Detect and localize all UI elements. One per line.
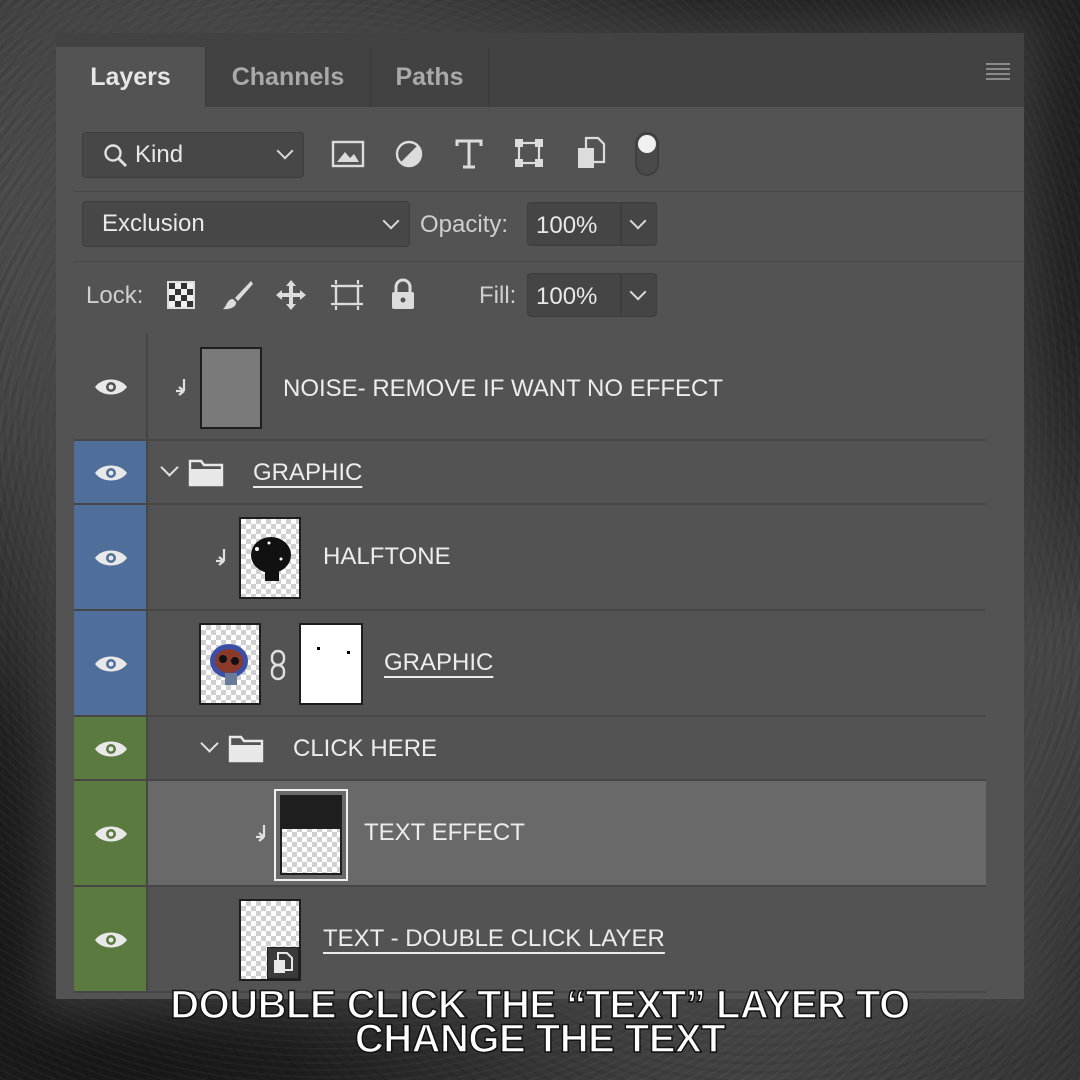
visibility-column: [74, 781, 148, 885]
folder-icon: [228, 735, 264, 763]
skull-graphic: [210, 644, 248, 685]
lock-label: Lock:: [86, 282, 144, 309]
lock-transparent-pixels-icon[interactable]: [167, 281, 195, 309]
visibility-column: [74, 505, 148, 609]
eye-visibility-icon[interactable]: [94, 377, 128, 397]
visibility-column: [74, 887, 148, 991]
layer-row-text-effect[interactable]: TEXT EFFECT: [74, 781, 986, 887]
panel-menu-icon[interactable]: [986, 63, 1010, 83]
filter-toggle[interactable]: [635, 132, 659, 176]
layer-name: GRAPHIC: [253, 459, 363, 486]
shape-filter-icon[interactable]: [513, 137, 545, 169]
layers-panel: Layers Channels Paths Kind Exclusion Opa…: [56, 33, 1024, 999]
filter-kind-select[interactable]: Kind: [82, 132, 304, 178]
eye-visibility-icon[interactable]: [94, 548, 128, 568]
opacity-value: 100%: [536, 212, 598, 239]
chevron-down-icon[interactable]: [629, 283, 647, 301]
skull-halftone-graphic: [251, 537, 291, 581]
image-filter-icon[interactable]: [331, 139, 365, 169]
visibility-column: [74, 611, 148, 715]
fill-label: Fill:: [479, 282, 517, 309]
instruction-caption-line-2: CHANGE THE TEXT: [354, 1017, 726, 1061]
opacity-field[interactable]: 100%: [527, 202, 657, 246]
clipping-arrow-icon: [216, 549, 226, 566]
panel-tab-bar: Layers Channels Paths: [56, 33, 1024, 107]
layer-thumbnail: [239, 899, 301, 981]
eye-visibility-icon[interactable]: [94, 739, 128, 759]
layer-row-text[interactable]: TEXT - DOUBLE CLICK LAYER: [74, 887, 986, 993]
fill-value: 100%: [536, 283, 598, 310]
chevron-down-icon: [382, 212, 400, 230]
folder-icon: [188, 459, 224, 487]
eye-visibility-icon[interactable]: [94, 463, 128, 483]
layer-thumbnail: [200, 347, 262, 429]
visibility-column: [74, 333, 148, 439]
opacity-label: Opacity:: [420, 211, 509, 238]
visibility-column: [74, 717, 148, 779]
layer-name: NOISE- REMOVE IF WANT NO EFFECT: [283, 375, 724, 402]
link-chain-icon[interactable]: [270, 649, 286, 681]
layer-thumbnail: [239, 517, 301, 599]
lock-artboard-icon[interactable]: [329, 278, 365, 312]
clipping-arrow-icon: [176, 379, 186, 396]
layer-mask-thumbnail[interactable]: [299, 623, 363, 705]
visibility-column: [74, 441, 148, 503]
type-filter-icon[interactable]: [454, 138, 484, 170]
layer-row-graphic[interactable]: GRAPHIC: [74, 611, 986, 717]
chevron-down-icon[interactable]: [200, 734, 219, 753]
layer-name: TEXT - DOUBLE CLICK LAYER: [323, 925, 665, 952]
lock-image-pixels-icon[interactable]: [221, 278, 255, 312]
tab-layers[interactable]: Layers: [56, 47, 206, 107]
layer-thumbnail: [280, 795, 342, 875]
chevron-down-icon: [276, 142, 294, 160]
eye-visibility-icon[interactable]: [94, 654, 128, 674]
eye-visibility-icon[interactable]: [94, 824, 128, 844]
search-icon: [104, 144, 127, 167]
lock-position-icon[interactable]: [274, 278, 308, 312]
layer-row-graphic-group[interactable]: GRAPHIC: [74, 441, 986, 505]
chevron-down-icon[interactable]: [160, 458, 179, 477]
blend-mode-value: Exclusion: [102, 210, 205, 237]
smart-object-badge-icon: [274, 952, 293, 973]
fill-field[interactable]: 100%: [527, 273, 657, 317]
layer-row-halftone[interactable]: HALFTONE: [74, 505, 986, 611]
clipping-arrow-icon: [256, 825, 266, 842]
adjustment-filter-icon[interactable]: [394, 139, 424, 169]
layer-name: GRAPHIC: [384, 649, 494, 676]
layer-row-click-here-group[interactable]: CLICK HERE: [74, 717, 986, 781]
eye-visibility-icon[interactable]: [94, 930, 128, 950]
layer-name: TEXT EFFECT: [364, 819, 525, 846]
chevron-down-icon[interactable]: [629, 212, 647, 230]
layer-name: HALFTONE: [323, 543, 451, 570]
layer-row-noise[interactable]: NOISE- REMOVE IF WANT NO EFFECT: [74, 333, 986, 441]
layer-thumbnail: [199, 623, 261, 705]
smart-object-filter-icon[interactable]: [576, 136, 606, 170]
tab-paths[interactable]: Paths: [371, 47, 489, 107]
layer-name: CLICK HERE: [293, 735, 438, 762]
lock-all-icon[interactable]: [390, 278, 416, 310]
blend-mode-select[interactable]: Exclusion: [82, 201, 410, 247]
filter-kind-label: Kind: [135, 141, 184, 168]
tab-channels[interactable]: Channels: [206, 47, 371, 107]
